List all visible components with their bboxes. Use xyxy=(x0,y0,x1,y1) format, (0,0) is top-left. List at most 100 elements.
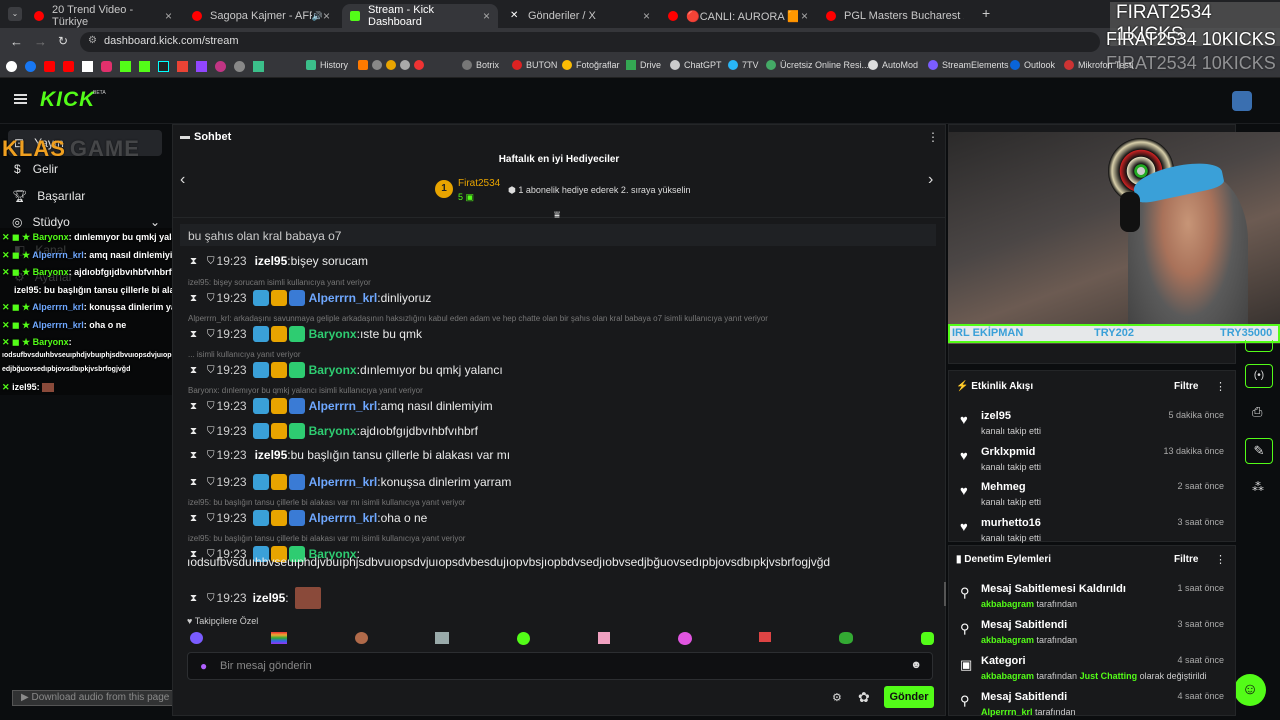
timeout-icon[interactable]: ⧗ xyxy=(190,293,197,304)
emote-image[interactable] xyxy=(517,632,531,645)
chevron-left-icon[interactable]: ‹ xyxy=(180,171,185,189)
emote-image[interactable] xyxy=(920,632,934,645)
sidebar-item-income[interactable]: $ Gelir xyxy=(14,162,58,176)
emote-image[interactable] xyxy=(435,632,450,644)
chat-username[interactable]: Baryonx xyxy=(309,424,357,438)
chat-username[interactable]: Alperrrn_krl xyxy=(309,399,378,413)
collapse-gifters-icon[interactable]: ⩸ xyxy=(554,210,560,221)
bookmark-botrix[interactable]: Botrix xyxy=(462,60,499,70)
emote-image[interactable] xyxy=(270,632,287,644)
ban-icon[interactable]: ⛉ xyxy=(207,477,215,488)
ban-icon[interactable]: ⛉ xyxy=(207,593,215,604)
ban-icon[interactable]: ⛉ xyxy=(207,293,215,304)
timeout-icon[interactable]: ⧗ xyxy=(190,477,197,488)
close-icon[interactable]: × xyxy=(801,9,808,23)
bookmark-drive[interactable]: Drive xyxy=(626,60,661,70)
ban-icon[interactable]: ⛉ xyxy=(207,426,215,437)
browser-tab-active[interactable]: Stream - Kick Dashboard × xyxy=(342,4,498,28)
youtube-icon[interactable] xyxy=(63,61,74,72)
emote-image[interactable] xyxy=(190,632,203,644)
kick-logo[interactable]: KICK xyxy=(40,88,95,112)
chat-username[interactable]: Baryonx xyxy=(309,327,357,341)
moderation-more-icon[interactable]: ⋮ xyxy=(1215,553,1226,566)
rail-button[interactable] xyxy=(1245,340,1273,352)
app-icon[interactable] xyxy=(215,61,226,72)
chat-input[interactable]: ● Bir mesaj gönderin ☻ xyxy=(187,652,933,680)
download-audio-bar[interactable]: ▶ Download audio from this page xyxy=(12,690,192,706)
close-icon[interactable]: × xyxy=(323,9,330,23)
emote-image[interactable] xyxy=(597,632,610,644)
bookmark-streamelements[interactable]: StreamElements xyxy=(928,60,1009,70)
ban-icon[interactable]: ⛉ xyxy=(207,329,215,340)
print-icon[interactable]: ⎙ xyxy=(1252,404,1262,420)
emoji-icon[interactable]: ☻ xyxy=(910,659,922,671)
activity-item[interactable]: izel95 kanalı takip etti 5 dakika önce xyxy=(981,410,1224,436)
youtube-icon[interactable] xyxy=(44,61,55,72)
timeout-icon[interactable]: ⧗ xyxy=(190,450,197,461)
browser-tab[interactable]: Sagopa Kajmer - AFFETMEM🔊× xyxy=(184,4,338,28)
bookmark-automod[interactable]: AutoMod xyxy=(868,60,918,70)
chat-settings-icon[interactable]: ⚙ xyxy=(832,691,842,704)
browser-tab[interactable]: 🔴CANLI: AURORA 🟧 LEGACY× xyxy=(660,4,816,28)
emote-image[interactable] xyxy=(839,632,854,644)
site-info-icon[interactable]: ⚙ xyxy=(88,35,97,46)
moderation-filter-button[interactable]: Filtre xyxy=(1174,554,1198,565)
tab-search-icon[interactable]: ⌄ xyxy=(8,7,22,21)
activity-item[interactable]: Mehmeg kanalı takip etti 2 saat önce xyxy=(981,481,1224,507)
instagram-icon[interactable] xyxy=(101,61,112,72)
close-icon[interactable]: × xyxy=(483,9,490,23)
chat-username[interactable]: Baryonx xyxy=(309,363,357,377)
chat-username[interactable]: Alperrrn_krl xyxy=(309,511,378,525)
bookmark-history[interactable]: History xyxy=(306,60,348,70)
bookmark-buton[interactable]: BUTON xyxy=(512,60,557,70)
kick-icon[interactable] xyxy=(139,61,150,72)
moderation-item[interactable]: Mesaj Sabitlemesi Kaldırıldı akbabagram t… xyxy=(981,583,1224,609)
emote-image[interactable] xyxy=(677,632,692,645)
timeout-icon[interactable]: ⧗ xyxy=(190,401,197,412)
kick-icon[interactable] xyxy=(120,61,131,72)
emote-image[interactable] xyxy=(759,632,772,642)
ban-icon[interactable]: ⛉ xyxy=(207,401,215,412)
chat-username[interactable]: izel95 xyxy=(255,254,288,268)
sidebar-item-achievements[interactable]: 🏆︎ Başarılar xyxy=(12,189,85,203)
avatar[interactable] xyxy=(1232,91,1252,111)
wrench-icon[interactable]: ✎ xyxy=(1245,438,1273,464)
ban-icon[interactable]: ⛉ xyxy=(207,256,215,267)
timeout-icon[interactable]: ⧗ xyxy=(190,426,197,437)
url-field[interactable]: ⚙ dashboard.kick.com/stream xyxy=(80,32,1100,52)
bookmark-outlook[interactable]: Outlook xyxy=(1010,60,1055,70)
menu-icon[interactable] xyxy=(14,94,27,104)
chat-username[interactable]: Alperrrn_krl xyxy=(309,475,378,489)
bookmark-7tv[interactable]: 7TV xyxy=(728,60,759,70)
browser-tab[interactable]: 20 Trend Video - Türkiye × xyxy=(26,4,180,28)
bookmark-chatgpt[interactable]: ChatGPT xyxy=(670,60,722,70)
gifter-name[interactable]: Firat2534 xyxy=(458,178,500,189)
broadcast-icon[interactable]: (•) xyxy=(1245,364,1273,388)
sidebar-item-studio[interactable]: ◎ Stüdyo ⌄ xyxy=(12,215,160,229)
app-icon[interactable] xyxy=(253,61,264,72)
close-icon[interactable]: × xyxy=(643,9,650,23)
chat-more-icon[interactable]: ⋮ xyxy=(927,130,939,144)
stream-preview-video[interactable] xyxy=(948,132,1280,344)
back-icon[interactable]: ← xyxy=(10,34,23,49)
timeout-icon[interactable]: ⧗ xyxy=(190,256,197,267)
google-icon[interactable] xyxy=(6,61,17,72)
activity-more-icon[interactable]: ⋮ xyxy=(1215,380,1226,393)
chat-scrollbar[interactable] xyxy=(944,582,946,606)
moderation-item[interactable]: Kategori akbabagram tarafından Just Chatt… xyxy=(981,655,1224,681)
activity-item[interactable]: Grklxpmid kanalı takip etti 13 dakika önce xyxy=(981,446,1224,472)
new-tab-button[interactable]: + xyxy=(982,5,990,21)
speaker-icon[interactable]: 🔊 xyxy=(312,11,323,22)
chat-username[interactable]: izel95 xyxy=(255,448,288,462)
app-icon[interactable] xyxy=(234,61,245,72)
share-icon[interactable]: ⁂ xyxy=(1252,480,1264,494)
activity-item[interactable]: murhetto16 kanalı takip etti 3 saat önce xyxy=(981,517,1224,543)
ban-icon[interactable]: ⛉ xyxy=(207,513,215,524)
tiktok-icon[interactable] xyxy=(158,61,169,72)
timeout-icon[interactable]: ⧗ xyxy=(190,365,197,376)
forward-icon[interactable]: → xyxy=(34,34,47,49)
activity-filter-button[interactable]: Filtre xyxy=(1174,381,1198,392)
send-button[interactable]: Gönder xyxy=(884,686,934,708)
facebook-icon[interactable] xyxy=(25,61,36,72)
ban-icon[interactable]: ⛉ xyxy=(207,450,215,461)
